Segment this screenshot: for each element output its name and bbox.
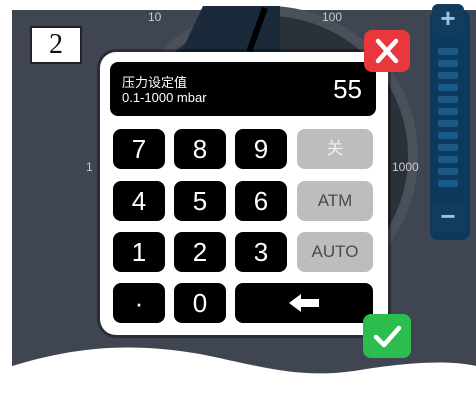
key-2[interactable]: 2 — [174, 232, 226, 272]
level-segment — [438, 168, 458, 175]
level-segment — [438, 84, 458, 91]
gauge-tick-label: 100 — [322, 10, 343, 24]
level-segment — [438, 120, 458, 127]
key-7[interactable]: 7 — [113, 129, 165, 169]
setpoint-title: 压力设定值 — [122, 75, 188, 90]
close-icon — [375, 38, 399, 64]
key-5[interactable]: 5 — [174, 181, 226, 221]
level-segment — [438, 156, 458, 163]
key-3[interactable]: 3 — [235, 232, 287, 272]
auto-button[interactable]: AUTO — [297, 232, 373, 272]
key-8[interactable]: 8 — [174, 129, 226, 169]
close-button[interactable] — [364, 30, 410, 72]
key-1[interactable]: 1 — [113, 232, 165, 272]
level-segment — [438, 72, 458, 79]
level-segment — [438, 144, 458, 151]
key-4[interactable]: 4 — [113, 181, 165, 221]
key-dot[interactable]: · — [113, 283, 165, 323]
arrow-left-icon — [289, 294, 319, 312]
atm-button[interactable]: ATM — [297, 181, 373, 221]
confirm-button[interactable] — [363, 314, 411, 358]
decrease-button[interactable]: − — [432, 202, 464, 232]
key-6[interactable]: 6 — [235, 181, 287, 221]
key-9[interactable]: 9 — [235, 129, 287, 169]
level-segment — [438, 180, 458, 187]
checkmark-icon — [373, 325, 402, 348]
level-segment — [438, 60, 458, 67]
step-number-badge: 2 — [30, 26, 82, 64]
level-segment — [438, 108, 458, 115]
level-segment — [438, 96, 458, 103]
level-segment — [438, 48, 458, 55]
key-0[interactable]: 0 — [174, 283, 226, 323]
setpoint-value: 55 — [333, 74, 362, 104]
increase-button[interactable]: + — [432, 4, 464, 34]
setpoint-range: 0.1-1000 mbar — [122, 90, 207, 105]
gauge-tick-label: 1 — [86, 160, 93, 174]
off-button[interactable]: 关 — [297, 129, 373, 169]
value-display: 压力设定值 0.1-1000 mbar 55 — [110, 62, 376, 116]
level-segment — [438, 132, 458, 139]
gauge-tick-label: 1000 — [392, 160, 419, 174]
screen: 10 100 1 1000 + − 2 压力设定值 0.1-1000 mbar … — [0, 0, 476, 409]
gauge-tick-label: 10 — [148, 10, 162, 24]
backspace-button[interactable] — [235, 283, 373, 323]
